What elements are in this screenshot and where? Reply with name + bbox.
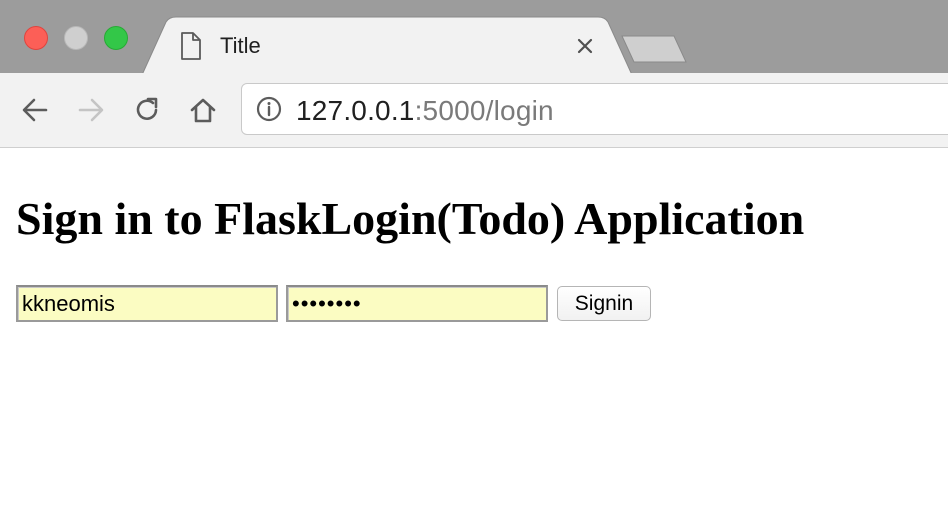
home-icon: [190, 98, 216, 123]
reload-button[interactable]: [130, 93, 164, 127]
tab-title: Title: [220, 33, 261, 58]
url-text: 127.0.0.1:5000/login: [296, 95, 554, 127]
signin-button[interactable]: Signin: [557, 286, 651, 321]
active-tab[interactable]: [141, 16, 633, 75]
browser-toolbar: 127.0.0.1:5000/login: [0, 73, 948, 148]
document-icon: [181, 32, 201, 60]
password-field[interactable]: [286, 285, 548, 322]
url-path: :5000/login: [414, 95, 554, 126]
back-button[interactable]: [18, 93, 52, 127]
page-title: Sign in to FlaskLogin(Todo) Application: [16, 193, 805, 244]
page-content: Sign in to FlaskLogin(Todo) Application …: [0, 148, 948, 512]
username-field[interactable]: [16, 285, 278, 322]
tab-strip: Title: [0, 0, 948, 75]
arrow-right-icon: [78, 98, 104, 122]
tab-close-icon[interactable]: [573, 34, 597, 58]
reload-icon: [136, 97, 158, 120]
info-icon[interactable]: [256, 96, 282, 122]
forward-button[interactable]: [74, 93, 108, 127]
arrow-left-icon: [22, 98, 48, 122]
url-host: 127.0.0.1: [296, 95, 415, 126]
home-button[interactable]: [186, 93, 220, 127]
new-tab-button[interactable]: [621, 35, 687, 63]
address-bar[interactable]: 127.0.0.1:5000/login: [241, 83, 948, 135]
tab-shapes: [141, 16, 687, 75]
